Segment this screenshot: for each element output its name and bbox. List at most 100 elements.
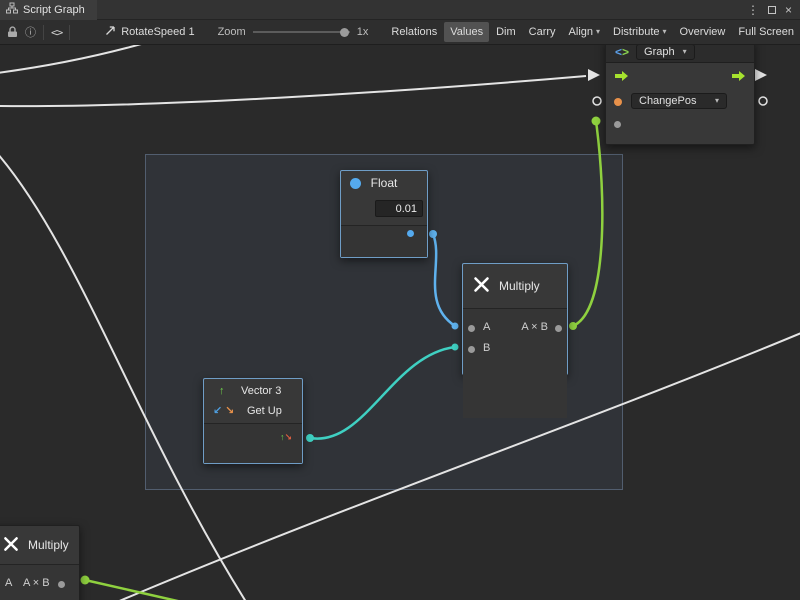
value-port-row xyxy=(606,115,754,135)
overview-button[interactable]: Overview xyxy=(674,22,732,42)
port-label-a: A xyxy=(5,577,12,589)
info-icon[interactable]: ⓘ xyxy=(25,24,36,40)
wire-multiply2-output[interactable] xyxy=(85,580,248,600)
flow-arrow-white-in[interactable] xyxy=(588,69,600,81)
flow-output-port[interactable] xyxy=(732,70,747,85)
wire-dot-getup-out[interactable] xyxy=(306,434,314,442)
flow-input-port[interactable] xyxy=(615,70,630,85)
vector3-node-body: ↑↘ xyxy=(204,423,302,463)
wire-dot-float-out[interactable] xyxy=(429,230,437,238)
wire-dot-graph-in[interactable] xyxy=(592,117,601,126)
chevron-down-icon: ▾ xyxy=(663,28,667,36)
values-button[interactable]: Values xyxy=(444,22,489,42)
multiply-node-ports: A A × B B xyxy=(463,308,567,418)
vector-port-icon: ↘ xyxy=(284,432,292,442)
flow-port-row xyxy=(606,63,754,89)
lock-icon[interactable] xyxy=(7,26,18,38)
tab-script-graph[interactable]: Script Graph xyxy=(0,0,97,20)
changepos-input-port[interactable] xyxy=(614,98,622,106)
window-title: Script Graph xyxy=(23,4,85,16)
close-icon[interactable]: × xyxy=(785,4,792,16)
multiply-icon xyxy=(473,276,490,296)
node-float[interactable]: Float 0.01 xyxy=(340,170,428,258)
multiply-output-port[interactable] xyxy=(555,325,562,332)
changepos-row: ChangePos ▾ xyxy=(606,89,754,115)
changepos-dropdown-label: ChangePos xyxy=(639,95,697,107)
graph-toolbar: ⓘ <> RotateSpeed 1 Zoom 1x Relations Val… xyxy=(0,20,800,45)
vector3-title-row: ↑ Vector 3 xyxy=(204,381,302,401)
script-graph-icon xyxy=(6,2,18,17)
multiply-node-header: Multiply xyxy=(463,264,567,308)
zoom-slider[interactable] xyxy=(253,25,350,39)
wire-dot-multiply-b[interactable] xyxy=(452,344,459,351)
multiply-input-b-port[interactable] xyxy=(468,346,475,353)
multiply-icon xyxy=(3,536,19,555)
node-title: Multiply xyxy=(499,279,540,293)
relations-button[interactable]: Relations xyxy=(385,22,443,42)
vector3-node-header: ↑ Vector 3 ↙ ↘ Get Up xyxy=(204,379,302,423)
button-label: Align xyxy=(569,26,593,38)
graph-dropdown-label: Graph xyxy=(644,46,675,58)
port-label-axb: A × B xyxy=(23,577,50,589)
float-output-port[interactable] xyxy=(407,230,414,237)
button-label: Distribute xyxy=(613,26,659,38)
node-title: Multiply xyxy=(28,538,69,552)
multiply-input-a-port[interactable] xyxy=(468,325,475,332)
wire-white-to-graph-node[interactable] xyxy=(0,76,586,106)
script-graph-window: Script Graph ⋮ × ⓘ <> RotateSpeed 1 Zoom xyxy=(0,0,800,600)
graph-canvas[interactable]: Float 0.01 Multiply A A × B xyxy=(0,45,800,600)
code-icon[interactable]: <> xyxy=(51,26,62,39)
wire-getup-to-multiply-b[interactable] xyxy=(310,347,455,439)
port-circle-left[interactable] xyxy=(593,97,601,105)
chevron-down-icon: ▾ xyxy=(715,97,719,105)
toolbar-buttons: Relations Values Dim Carry Align▾ Distri… xyxy=(385,22,800,42)
toolbar-separator xyxy=(43,25,44,40)
node-multiply-2[interactable]: Multiply A A × B xyxy=(0,525,80,600)
button-label: Overview xyxy=(680,26,726,38)
titlebar: Script Graph ⋮ × xyxy=(0,0,800,20)
port-row-a: A A × B xyxy=(463,318,567,339)
node-subtitle: Get Up xyxy=(247,405,282,417)
graph-value-input-port[interactable] xyxy=(614,121,621,128)
graph-reference-label: RotateSpeed 1 xyxy=(121,26,194,38)
float-value-input[interactable]: 0.01 xyxy=(375,200,423,217)
changepos-dropdown[interactable]: ChangePos ▾ xyxy=(631,93,727,109)
multiply2-node-header: Multiply xyxy=(0,526,79,564)
zoom-slider-handle[interactable] xyxy=(340,28,349,37)
graph-dropdown[interactable]: Graph ▾ xyxy=(636,45,695,60)
button-label: Carry xyxy=(529,26,556,38)
button-label: Full Screen xyxy=(738,26,794,38)
wire-dot-multiply-out[interactable] xyxy=(569,322,577,330)
kebab-menu-icon[interactable]: ⋮ xyxy=(747,4,759,16)
graph-reference-breadcrumb[interactable]: RotateSpeed 1 xyxy=(105,25,194,39)
port-circle-right[interactable] xyxy=(759,97,767,105)
node-graph-changepos[interactable]: <> Graph ▾ ChangePos ▾ xyxy=(605,45,755,145)
button-label: Values xyxy=(450,26,483,38)
wire-dot-multiply2-out[interactable] xyxy=(81,576,90,585)
wire-white-top-left[interactable] xyxy=(0,45,152,73)
port-row: A A × B xyxy=(0,574,79,595)
dim-button[interactable]: Dim xyxy=(490,22,522,42)
flow-arrow-white-out[interactable] xyxy=(755,69,767,81)
wire-white-diagonal[interactable] xyxy=(110,331,800,600)
wire-dot-multiply-a[interactable] xyxy=(452,323,459,330)
getup-output-port[interactable]: ↑↘ xyxy=(280,433,292,442)
carry-button[interactable]: Carry xyxy=(523,22,562,42)
port-label-axb: A × B xyxy=(521,321,548,333)
node-vector3-get-up[interactable]: ↑ Vector 3 ↙ ↘ Get Up ↑↘ xyxy=(203,378,303,464)
multiply2-node-ports: A A × B xyxy=(0,564,79,600)
toolbar-separator xyxy=(69,25,70,40)
chevron-down-icon: ▾ xyxy=(683,48,687,56)
graph-node-header: <> Graph ▾ xyxy=(606,45,754,63)
maximize-icon[interactable] xyxy=(768,4,776,16)
align-dropdown-button[interactable]: Align▾ xyxy=(563,22,606,42)
distribute-dropdown-button[interactable]: Distribute ▾ xyxy=(607,22,672,42)
node-multiply[interactable]: Multiply A A × B B xyxy=(462,263,568,375)
wire-float-to-multiply-a[interactable] xyxy=(433,234,455,326)
multiply2-output-port[interactable] xyxy=(58,581,65,588)
getup-subtitle-row: ↙ ↘ Get Up xyxy=(204,401,302,421)
wire-multiply-to-graph[interactable] xyxy=(573,121,602,326)
full-screen-button[interactable]: Full Screen xyxy=(732,22,800,42)
float-node-header: Float xyxy=(341,171,427,195)
arrow-down-right-icon: ↘ xyxy=(225,406,234,417)
